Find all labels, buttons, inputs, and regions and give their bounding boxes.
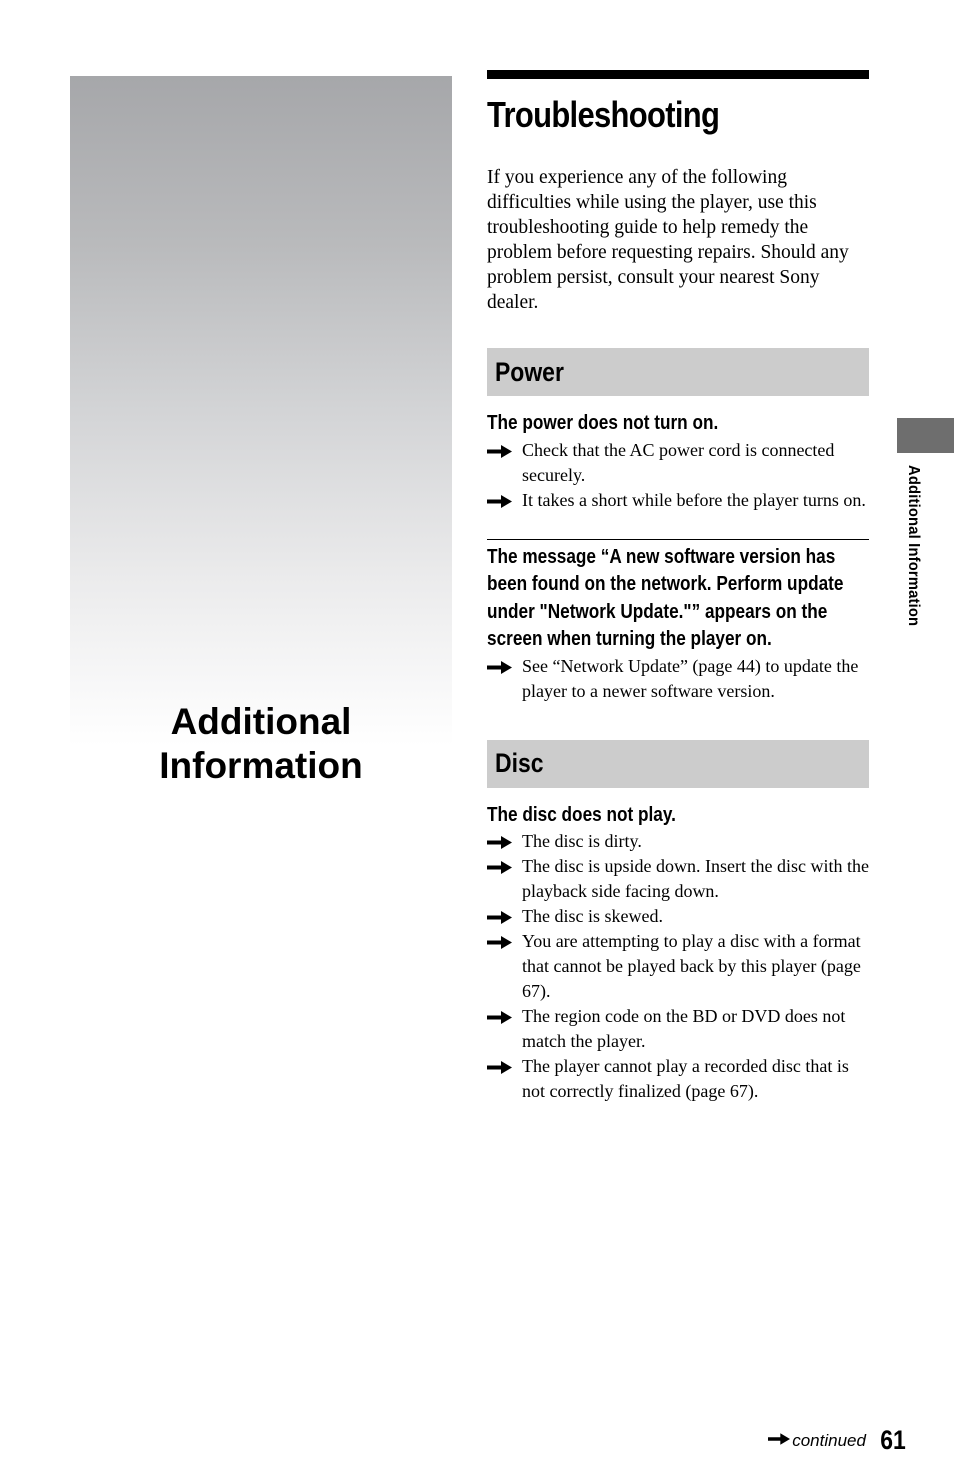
- solution-item: The disc is upside down. Insert the disc…: [487, 854, 869, 904]
- continued-indicator: continued: [768, 1431, 866, 1451]
- arrow-right-icon: [487, 929, 522, 1004]
- arrow-right-icon: [487, 854, 522, 904]
- problem-item: The disc does not play. The disc is dirt…: [487, 802, 869, 1105]
- problem-title: The power does not turn on.: [487, 412, 719, 434]
- problem-title: The message “A new software version has …: [487, 545, 844, 651]
- page-title: Troubleshooting: [487, 94, 720, 135]
- section-header-power: Power: [487, 348, 869, 396]
- solution-item: The player cannot play a recorded disc t…: [487, 1054, 869, 1104]
- solution-text: The region code on the BD or DVD does no…: [522, 1006, 846, 1051]
- section-title: Disc: [495, 748, 544, 778]
- solution-item: The disc is skewed.: [487, 904, 869, 929]
- chapter-title-line-2: Information: [159, 745, 363, 786]
- arrow-right-icon: [487, 654, 522, 704]
- arrow-right-icon: [487, 904, 522, 929]
- solution-text: The disc is dirty.: [522, 831, 642, 851]
- solution-text: The player cannot play a recorded disc t…: [522, 1056, 849, 1101]
- problem-item: The message “A new software version has …: [487, 544, 869, 704]
- chapter-side-tab: [897, 418, 954, 453]
- arrow-right-icon: [487, 438, 522, 488]
- arrow-right-icon: [487, 1054, 522, 1104]
- title-rule: [487, 70, 869, 79]
- arrow-right-icon: [487, 1004, 522, 1054]
- solution-item: It takes a short while before the player…: [487, 488, 869, 513]
- arrow-right-icon: [487, 829, 522, 854]
- solution-item: The disc is dirty.: [487, 829, 869, 854]
- chapter-gradient-panel: [70, 76, 452, 746]
- page-number: 61: [880, 1425, 906, 1455]
- problem-title: The disc does not play.: [487, 803, 676, 826]
- chapter-title-line-1: Additional: [170, 701, 352, 742]
- solution-item: The region code on the BD or DVD does no…: [487, 1004, 869, 1054]
- continued-label: continued: [792, 1430, 866, 1450]
- page-footer: continued 61: [768, 1425, 908, 1456]
- solution-item: You are attempting to play a disc with a…: [487, 929, 869, 1004]
- solution-item: See “Network Update” (page 44) to update…: [487, 654, 869, 704]
- solution-text: You are attempting to play a disc with a…: [522, 931, 861, 1001]
- solution-text: The disc is upside down. Insert the disc…: [522, 856, 869, 901]
- solution-list: See “Network Update” (page 44) to update…: [487, 654, 869, 704]
- solution-list: Check that the AC power cord is connecte…: [487, 438, 869, 513]
- solution-text: See “Network Update” (page 44) to update…: [522, 655, 859, 701]
- arrow-right-icon: [487, 488, 522, 513]
- main-content: Troubleshooting If you experience any of…: [487, 70, 869, 1104]
- solution-list: The disc is dirty. The disc is upside do…: [487, 829, 869, 1104]
- solution-text: It takes a short while before the player…: [522, 489, 866, 510]
- solution-text: Check that the AC power cord is connecte…: [522, 439, 835, 485]
- problem-divider: [487, 538, 869, 540]
- problem-item: The power does not turn on. Check that t…: [487, 410, 869, 513]
- chapter-title: Additional Information: [70, 700, 452, 788]
- intro-paragraph: If you experience any of the following d…: [487, 167, 849, 313]
- solution-text: The disc is skewed.: [522, 906, 663, 926]
- solution-item: Check that the AC power cord is connecte…: [487, 438, 869, 488]
- chapter-side-label: Additional Information: [905, 465, 922, 627]
- section-header-disc: Disc: [487, 739, 869, 788]
- section-title: Power: [495, 356, 564, 387]
- arrow-right-icon: [768, 1432, 791, 1450]
